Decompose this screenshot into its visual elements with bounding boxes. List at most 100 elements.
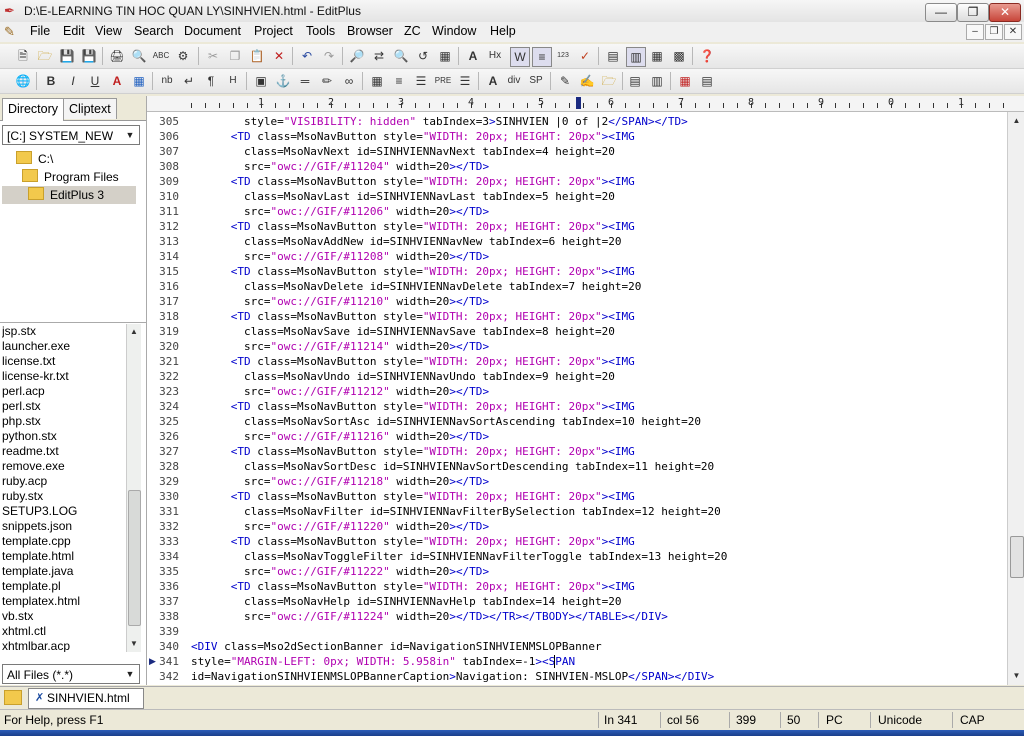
code-line[interactable]: class=MsoNavSortAsc id=SINHVIENNavSortAs… xyxy=(191,414,701,429)
code-line[interactable]: src="owc://GIF/#11220" width=20></TD> xyxy=(191,519,489,534)
file-item[interactable]: vb.stx xyxy=(2,609,126,624)
redo-icon[interactable]: ↷ xyxy=(320,47,338,65)
code-line[interactable]: <TD class=MsoNavButton style="WIDTH: 20p… xyxy=(191,399,635,414)
code-line[interactable]: class=MsoNavLast id=SINHVIENNavLast tabI… xyxy=(191,189,615,204)
file-item[interactable]: ruby.stx xyxy=(2,489,126,504)
menu-view[interactable]: View xyxy=(95,24,122,38)
file-item[interactable]: jsp.stx xyxy=(2,324,126,339)
font-size-icon[interactable]: Hx xyxy=(486,47,504,65)
file-item[interactable]: php.stx xyxy=(2,414,126,429)
layout-icon[interactable]: ▤ xyxy=(698,72,716,90)
edit-icon[interactable]: ✎ xyxy=(556,72,574,90)
document-tab-sinhvien[interactable]: ✗ SINHVIEN.html xyxy=(28,688,144,709)
code-line[interactable]: class=MsoNavNext id=SINHVIENNavNext tabI… xyxy=(191,144,615,159)
print-preview-icon[interactable]: 🔍 xyxy=(130,47,148,65)
code-line[interactable]: <TD class=MsoNavButton style="WIDTH: 20p… xyxy=(191,354,635,369)
status-encoding[interactable]: Unicode xyxy=(878,713,922,727)
code-line[interactable]: <TD class=MsoNavButton style="WIDTH: 20p… xyxy=(191,489,635,504)
paragraph-icon[interactable]: ¶ xyxy=(202,72,220,90)
code-line[interactable]: class=MsoNavAddNew id=SINHVIENNavNew tab… xyxy=(191,234,622,249)
drive-select[interactable]: [C:] SYSTEM_NEW ▼ xyxy=(2,125,140,145)
code-line[interactable]: src="owc://GIF/#11206" width=20></TD> xyxy=(191,204,489,219)
folder-icon[interactable]: 🗁 xyxy=(600,72,618,90)
code-line[interactable]: src="owc://GIF/#11224" width=20></TD></T… xyxy=(191,609,668,624)
line-break-icon[interactable]: ↵ xyxy=(180,72,198,90)
pen-icon[interactable]: ✍ xyxy=(578,72,596,90)
paste-icon[interactable]: 📋 xyxy=(248,47,266,65)
code-line[interactable]: src="owc://GIF/#11212" width=20></TD> xyxy=(191,384,489,399)
code-line[interactable]: src="owc://GIF/#11204" width=20></TD> xyxy=(191,159,489,174)
scroll-thumb[interactable] xyxy=(128,490,141,626)
scroll-down-icon[interactable]: ▼ xyxy=(1010,669,1023,682)
replace-icon[interactable]: ⇄ xyxy=(370,47,388,65)
tile-icon[interactable]: ▦ xyxy=(648,47,666,65)
file-item[interactable]: template.cpp xyxy=(2,534,126,549)
mdi-close-button[interactable]: ✕ xyxy=(1004,24,1022,40)
code-line[interactable]: <TD class=MsoNavButton style="WIDTH: 20p… xyxy=(191,129,635,144)
font-color-icon[interactable]: A xyxy=(108,72,126,90)
file-item[interactable]: xhtmlbar.acp xyxy=(2,639,126,652)
image-icon[interactable]: ▣ xyxy=(252,72,270,90)
file-item[interactable]: xhtml.ctl xyxy=(2,624,126,639)
mdi-minimize-button[interactable]: – xyxy=(966,24,984,40)
delete-icon[interactable]: ✕ xyxy=(270,47,288,65)
file-item[interactable]: SETUP3.LOG xyxy=(2,504,126,519)
find-icon[interactable]: 🔎 xyxy=(348,47,366,65)
close-button[interactable]: ✕ xyxy=(989,3,1021,22)
file-item[interactable]: perl.acp xyxy=(2,384,126,399)
font-tag-icon[interactable]: A xyxy=(484,72,502,90)
file-item[interactable]: ruby.acp xyxy=(2,474,126,489)
copy-icon[interactable]: ❐ xyxy=(226,47,244,65)
bold-icon[interactable]: B xyxy=(42,72,60,90)
div-tag-icon[interactable]: div xyxy=(504,72,524,90)
file-item[interactable]: templatex.html xyxy=(2,594,126,609)
mdi-restore-button[interactable]: ❐ xyxy=(985,24,1003,40)
scroll-up-icon[interactable]: ▲ xyxy=(1010,114,1023,127)
browser-icon[interactable]: 🌐 xyxy=(14,72,32,90)
code-line[interactable]: class=MsoNavDelete id=SINHVIENNavDelete … xyxy=(191,279,641,294)
hr-icon[interactable]: ═ xyxy=(296,72,314,90)
scroll-down-icon[interactable]: ▼ xyxy=(128,637,140,650)
code-line[interactable]: <TD class=MsoNavButton style="WIDTH: 20p… xyxy=(191,219,635,234)
menu-help[interactable]: Help xyxy=(490,24,516,38)
line-number-icon[interactable]: 123 xyxy=(554,47,572,65)
find-in-files-icon[interactable]: 🔍 xyxy=(392,47,410,65)
anchor-icon[interactable]: ⚓ xyxy=(274,72,292,90)
code-line[interactable]: src="owc://GIF/#11222" width=20></TD> xyxy=(191,564,489,579)
pre-icon[interactable]: PRE xyxy=(434,72,452,90)
tree-item-program-files[interactable]: Program Files xyxy=(22,168,119,186)
menu-document[interactable]: Document xyxy=(184,24,241,38)
cut-icon[interactable]: ✂ xyxy=(204,47,222,65)
folder-icon[interactable] xyxy=(4,690,22,705)
file-item[interactable]: license-kr.txt xyxy=(2,369,126,384)
print-icon[interactable]: 🖨 xyxy=(108,47,126,65)
file-item[interactable]: template.html xyxy=(2,549,126,564)
code-line[interactable]: class=MsoNavUndo id=SINHVIENNavUndo tabI… xyxy=(191,369,615,384)
code-line[interactable]: src="owc://GIF/#11208" width=20></TD> xyxy=(191,249,489,264)
nbsp-icon[interactable]: nb xyxy=(158,72,176,90)
code-line[interactable]: class=MsoNavToggleFilter id=SINHVIENNavF… xyxy=(191,549,727,564)
code-editor[interactable]: 305 306 307 308 309 310 311 312 313 314 315 316 317 3… xyxy=(147,112,1007,685)
color-grid-icon[interactable]: ▦ xyxy=(130,72,148,90)
code-line[interactable]: src="owc://GIF/#11210" width=20></TD> xyxy=(191,294,489,309)
help-icon[interactable]: ❓ xyxy=(698,47,716,65)
file-item[interactable]: launcher.exe xyxy=(2,339,126,354)
code-line[interactable]: <DIV class=Mso2dSectionBanner id=Navigat… xyxy=(191,639,602,654)
tab-cliptext[interactable]: Cliptext xyxy=(63,98,117,119)
code-line[interactable]: src="owc://GIF/#11216" width=20></TD> xyxy=(191,429,489,444)
tree-item-editplus[interactable]: EditPlus 3 xyxy=(2,186,136,204)
code-line[interactable]: <TD class=MsoNavButton style="WIDTH: 20p… xyxy=(191,309,635,324)
maximize-button[interactable]: ❐ xyxy=(957,3,989,22)
comment-icon[interactable]: ∞ xyxy=(340,72,358,90)
file-item[interactable]: python.stx xyxy=(2,429,126,444)
code-line[interactable]: class=MsoNavSortDesc id=SINHVIENNavSortD… xyxy=(191,459,714,474)
align-center-icon[interactable]: ≡ xyxy=(390,72,408,90)
code-line[interactable]: <TD class=MsoNavButton style="WIDTH: 20p… xyxy=(191,534,635,549)
file-item[interactable]: template.java xyxy=(2,564,126,579)
chevron-down-icon[interactable]: ▼ xyxy=(123,127,137,143)
code-line[interactable]: src="owc://GIF/#11214" width=20></TD> xyxy=(191,339,489,354)
status-line-ending[interactable]: PC xyxy=(826,713,843,727)
ruler-icon[interactable]: ≡ xyxy=(532,47,552,67)
code-line[interactable]: class=MsoNavFilter id=SINHVIENNavFilterB… xyxy=(191,504,721,519)
cliptext-icon[interactable]: ▦ xyxy=(436,47,454,65)
